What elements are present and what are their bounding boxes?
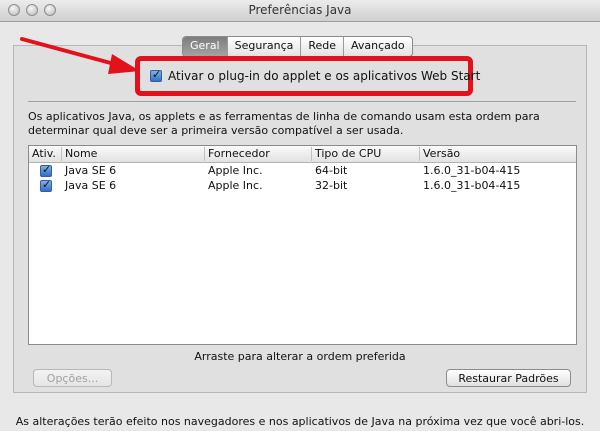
java-preferences-window: Preferências Java Geral Segurança Rede A… (0, 0, 600, 431)
column-header-vendor[interactable]: Fornecedor (205, 147, 312, 161)
enable-plugin-checkbox[interactable] (150, 68, 162, 82)
enable-plugin-option[interactable]: Ativar o plug-in do applet e os aplicati… (150, 68, 481, 83)
footer-note: As alterações terão efeito nos navegador… (15, 415, 585, 428)
table-header: Ativ. Nome Fornecedor Tipo de CPU Versão (29, 146, 576, 163)
table-row[interactable]: Java SE 6 Apple Inc. 64-bit 1.6.0_31-b04… (29, 163, 576, 178)
order-description: Os aplicativos Java, os applets e as fer… (28, 110, 540, 137)
title-bar: Preferências Java (0, 0, 600, 22)
tab-bar: Geral Segurança Rede Avançado (182, 36, 413, 57)
row-name: Java SE 6 (65, 164, 117, 177)
column-header-cpu[interactable]: Tipo de CPU (312, 147, 420, 161)
column-header-name[interactable]: Nome (62, 147, 205, 161)
drag-hint: Arraste para alterar a ordem preferida (194, 350, 406, 363)
tab-seguranca[interactable]: Segurança (228, 37, 302, 56)
row-active-checkbox[interactable] (40, 163, 52, 177)
row-cpu: 64-bit (315, 164, 348, 177)
options-button[interactable]: Opções... (33, 369, 112, 387)
row-cpu: 32-bit (315, 179, 348, 192)
tab-rede[interactable]: Rede (301, 37, 345, 56)
row-name: Java SE 6 (65, 179, 117, 192)
tab-avancado[interactable]: Avançado (344, 37, 412, 56)
divider (28, 101, 576, 102)
row-version: 1.6.0_31-b04-415 (423, 179, 521, 192)
window-title: Preferências Java (248, 3, 352, 17)
column-header-version[interactable]: Versão (420, 147, 575, 161)
red-arrow-annotation (20, 37, 140, 74)
row-active-checkbox[interactable] (40, 178, 52, 192)
tab-geral[interactable]: Geral (183, 37, 228, 56)
jre-table[interactable]: Ativ. Nome Fornecedor Tipo de CPU Versão… (28, 145, 577, 345)
row-vendor: Apple Inc. (208, 164, 263, 177)
column-header-active[interactable]: Ativ. (29, 147, 62, 161)
row-version: 1.6.0_31-b04-415 (423, 164, 521, 177)
table-row[interactable]: Java SE 6 Apple Inc. 32-bit 1.6.0_31-b04… (29, 178, 576, 193)
restore-defaults-button[interactable]: Restaurar Padrões (446, 369, 571, 387)
row-vendor: Apple Inc. (208, 179, 263, 192)
enable-plugin-label: Ativar o plug-in do applet e os aplicati… (168, 69, 481, 83)
